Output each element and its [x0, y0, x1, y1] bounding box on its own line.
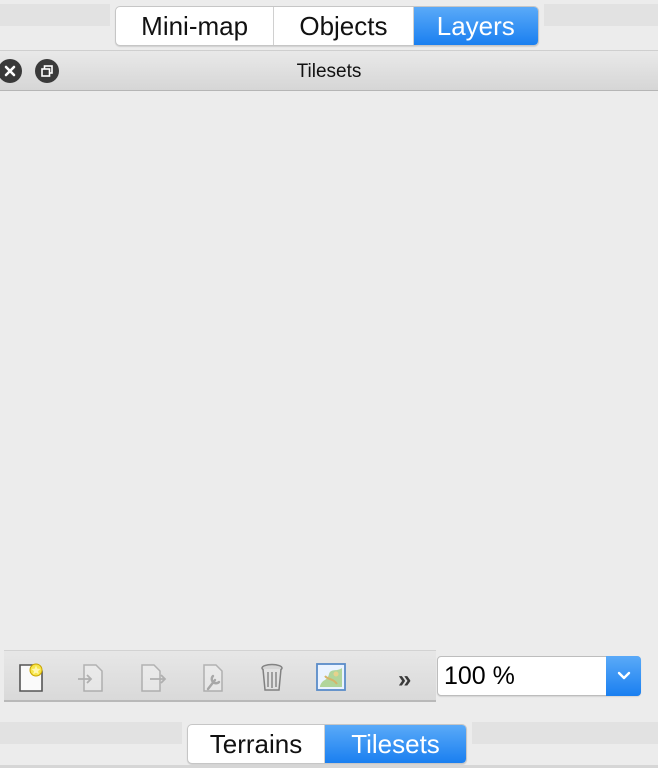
tab-tilesets[interactable]: Tilesets: [325, 725, 466, 763]
tab-objects[interactable]: Objects: [274, 7, 414, 45]
tab-layers[interactable]: Layers: [413, 7, 538, 45]
import-icon[interactable]: [74, 659, 108, 695]
new-document-star-icon[interactable]: [14, 659, 48, 695]
tab-mini-map[interactable]: Mini-map: [116, 7, 275, 45]
zoom-combobox[interactable]: 100 %: [437, 656, 641, 696]
trash-icon[interactable]: [255, 659, 289, 695]
properties-wrench-icon[interactable]: [196, 659, 230, 695]
top-tab-bar: Mini-map Objects Layers: [115, 6, 539, 46]
tab-terrains[interactable]: Terrains: [188, 725, 326, 763]
tilesets-toolbar: »: [4, 650, 436, 702]
chevron-down-icon[interactable]: [606, 656, 641, 696]
map-image-icon[interactable]: [314, 659, 348, 695]
more-tools-button[interactable]: »: [398, 666, 412, 694]
tilesets-dock-titlebar: Tilesets: [0, 50, 658, 91]
export-icon[interactable]: [136, 659, 170, 695]
tilesets-view[interactable]: [0, 92, 658, 648]
panel-title: Tilesets: [296, 61, 362, 82]
bottom-tab-bar: Terrains Tilesets: [187, 724, 467, 764]
zoom-value[interactable]: 100 %: [444, 662, 515, 691]
